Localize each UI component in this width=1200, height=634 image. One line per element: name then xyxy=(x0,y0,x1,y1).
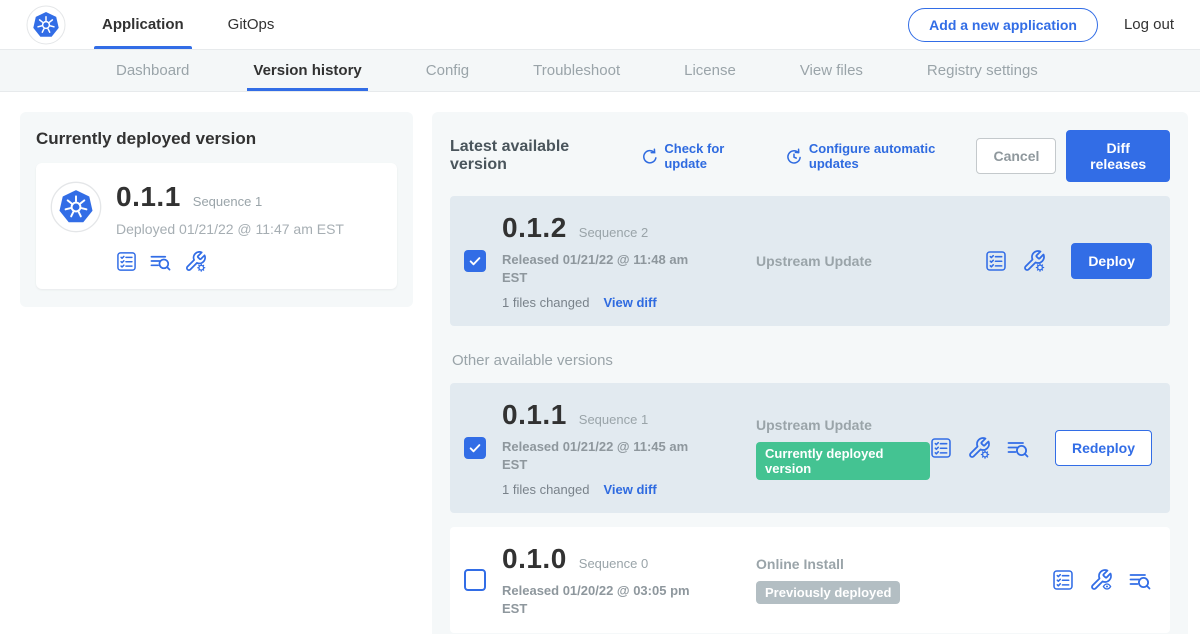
previously-deployed-badge: Previously deployed xyxy=(756,581,900,604)
release-notes-icon[interactable] xyxy=(985,250,1007,272)
tab-license[interactable]: License xyxy=(684,50,736,91)
kubernetes-logo xyxy=(24,3,68,47)
tab-troubleshoot[interactable]: Troubleshoot xyxy=(533,50,620,91)
files-changed-label: 1 files changed xyxy=(502,482,589,497)
release-notes-icon[interactable] xyxy=(930,437,952,459)
tab-registry-settings[interactable]: Registry settings xyxy=(927,50,1038,91)
check-for-update-label: Check for update xyxy=(664,141,763,171)
checkmark-icon xyxy=(467,440,483,456)
top-nav: Application GitOps Add a new application… xyxy=(0,0,1200,50)
add-new-application-button[interactable]: Add a new application xyxy=(908,8,1098,42)
preflight-icon[interactable] xyxy=(1006,437,1030,459)
logout-link[interactable]: Log out xyxy=(1124,16,1174,33)
edit-config-icon[interactable] xyxy=(1022,249,1046,273)
app-icon xyxy=(50,181,102,273)
version-source: Upstream Update xyxy=(756,417,930,433)
currently-deployed-title: Currently deployed version xyxy=(36,129,397,149)
app-sub-nav: Dashboard Version history Config Trouble… xyxy=(0,50,1200,92)
deployed-sequence: Sequence 1 xyxy=(193,194,262,209)
edit-config-icon[interactable] xyxy=(967,436,991,460)
configure-automatic-updates-label: Configure automatic updates xyxy=(809,141,977,171)
tab-config[interactable]: Config xyxy=(426,50,469,91)
view-diff-link[interactable]: View diff xyxy=(603,295,656,310)
main-content: Currently deployed version 0.1.1 Sequenc… xyxy=(0,92,1200,634)
version-row: 0.1.0 Sequence 0 Released 01/20/22 @ 03:… xyxy=(450,527,1170,633)
version-history-panel: Latest available version Check for updat… xyxy=(432,112,1188,634)
version-source: Online Install xyxy=(756,556,1052,572)
version-sequence: Sequence 0 xyxy=(579,556,648,571)
configure-automatic-updates-link[interactable]: Configure automatic updates xyxy=(785,141,976,171)
released-timestamp: Released 01/20/22 @ 03:05 pm EST xyxy=(502,582,698,617)
currently-deployed-panel: Currently deployed version 0.1.1 Sequenc… xyxy=(20,112,413,307)
tab-gitops[interactable]: GitOps xyxy=(228,0,275,49)
version-checkbox[interactable] xyxy=(464,437,486,459)
tab-dashboard[interactable]: Dashboard xyxy=(116,50,189,91)
deploy-button[interactable]: Deploy xyxy=(1071,243,1152,279)
check-for-update-link[interactable]: Check for update xyxy=(641,141,764,171)
tab-application[interactable]: Application xyxy=(102,0,184,49)
currently-deployed-badge: Currently deployed version xyxy=(756,442,930,480)
deployed-version-number: 0.1.1 xyxy=(116,181,181,213)
version-row: 0.1.2 Sequence 2 Released 01/21/22 @ 11:… xyxy=(450,196,1170,326)
released-timestamp: Released 01/21/22 @ 11:45 am EST xyxy=(502,438,698,473)
version-checkbox[interactable] xyxy=(464,569,486,591)
version-number: 0.1.0 xyxy=(502,543,567,575)
release-notes-icon[interactable] xyxy=(1052,569,1074,591)
version-sequence: Sequence 1 xyxy=(579,412,648,427)
version-number: 0.1.2 xyxy=(502,212,567,244)
view-diff-link[interactable]: View diff xyxy=(603,482,656,497)
checkmark-icon xyxy=(467,253,483,269)
version-checkbox[interactable] xyxy=(464,250,486,272)
cancel-button[interactable]: Cancel xyxy=(976,138,1056,174)
view-config-icon[interactable] xyxy=(1089,568,1113,592)
other-available-versions-label: Other available versions xyxy=(452,352,1170,369)
deployed-timestamp: Deployed 01/21/22 @ 11:47 am EST xyxy=(116,221,344,237)
released-timestamp: Released 01/21/22 @ 11:48 am EST xyxy=(502,251,698,286)
release-notes-icon[interactable] xyxy=(116,251,137,272)
deployed-version-card: 0.1.1 Sequence 1 Deployed 01/21/22 @ 11:… xyxy=(36,163,397,289)
edit-config-icon[interactable] xyxy=(184,250,207,273)
preflight-icon[interactable] xyxy=(1128,569,1152,591)
files-changed-label: 1 files changed xyxy=(502,295,589,310)
latest-available-title: Latest available version xyxy=(450,138,619,174)
schedule-update-icon xyxy=(785,147,802,165)
tab-version-history[interactable]: Version history xyxy=(253,50,361,91)
diff-releases-button[interactable]: Diff releases xyxy=(1066,130,1170,182)
version-source: Upstream Update xyxy=(756,253,985,269)
redeploy-button[interactable]: Redeploy xyxy=(1055,430,1152,466)
preflight-icon[interactable] xyxy=(149,251,172,272)
tab-view-files[interactable]: View files xyxy=(800,50,863,91)
version-sequence: Sequence 2 xyxy=(579,225,648,240)
version-number: 0.1.1 xyxy=(502,399,567,431)
refresh-icon xyxy=(641,147,658,165)
version-row: 0.1.1 Sequence 1 Released 01/21/22 @ 11:… xyxy=(450,383,1170,513)
top-nav-tabs: Application GitOps xyxy=(102,0,274,49)
